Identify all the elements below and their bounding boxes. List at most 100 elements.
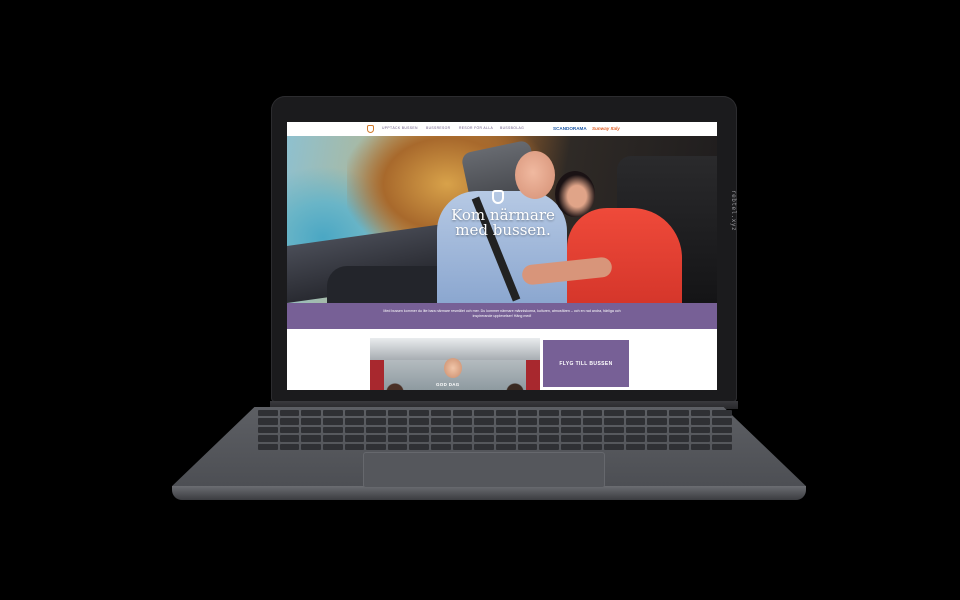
keyboard-key (344, 410, 365, 417)
nav-item-bussresor[interactable]: BUSSRESOR (426, 126, 450, 130)
keyboard-key (258, 443, 278, 450)
keyboard-key (452, 435, 473, 442)
keyboard-key (387, 410, 408, 417)
keyboard-key (690, 435, 711, 442)
keyboard-key (539, 426, 559, 434)
nav-item-bussbolag[interactable]: BUSSBOLAG (500, 126, 524, 130)
keyboard-key (409, 426, 430, 434)
keyboard-key (647, 426, 668, 434)
keyboard-key (258, 410, 278, 417)
keyboard-key (604, 418, 624, 425)
keyboard-key (647, 443, 668, 450)
browser-viewport: UPPTÄCK BUSSEN BUSSRESOR RESOR FÖR ALLA … (287, 122, 717, 390)
keyboard-key (560, 426, 581, 434)
keyboard-key (496, 418, 516, 425)
keyboard-key (712, 426, 732, 434)
intro-band: Med bussen kommer du lite bara närmare r… (287, 303, 717, 329)
keyboard-key (387, 443, 408, 450)
keyboard-key (301, 443, 321, 450)
nav-item-upptack[interactable]: UPPTÄCK BUSSEN (382, 126, 418, 130)
keyboard-key (539, 410, 559, 417)
keyboard-key (322, 418, 343, 425)
keyboard-key (690, 410, 711, 417)
keyboard-key (582, 443, 603, 450)
keyboard-key (279, 435, 300, 442)
keyboard-key (431, 443, 451, 450)
keyboard-key (669, 418, 689, 425)
nav-item-resor-for-alla[interactable]: RESOR FÖR ALLA (459, 126, 493, 130)
keyboard-key (322, 435, 343, 442)
keyboard-key (431, 410, 451, 417)
keyboard-key (387, 426, 408, 434)
keyboard-key (517, 410, 538, 417)
keyboard-key (344, 435, 365, 442)
keyboard-key (582, 418, 603, 425)
keyboard-key (647, 435, 668, 442)
keyboard-key (496, 410, 516, 417)
keyboard-key (387, 418, 408, 425)
keyboard-key (690, 426, 711, 434)
keyboard-key (560, 443, 581, 450)
keyboard-key (712, 435, 732, 442)
flyg-till-bussen-button[interactable]: FLYG TILL BUSSEN (543, 340, 629, 387)
laptop-keyboard (258, 410, 732, 450)
keyboard-key (301, 410, 321, 417)
keyboard-key (301, 435, 321, 442)
keyboard-key (366, 435, 386, 442)
bus-logo-icon[interactable] (367, 125, 374, 133)
brand-link-sunway[interactable]: Sunway Italy (592, 126, 620, 131)
hero-banner: Kom närmare med bussen. (287, 136, 717, 303)
keyboard-key (322, 410, 343, 417)
keyboard-key (690, 443, 711, 450)
keyboard-key (669, 443, 689, 450)
brand-link-scandorama[interactable]: SCANDORAMA (553, 126, 587, 131)
keyboard-key (539, 443, 559, 450)
keyboard-key (344, 426, 365, 434)
intro-text: Med bussen kommer du lite bara närmare r… (383, 309, 621, 318)
keyboard-key (517, 443, 538, 450)
laptop-side-label: rebtel.xyz (730, 190, 737, 232)
keyboard-key (539, 435, 559, 442)
keyboard-key (366, 426, 386, 434)
cta-label: FLYG TILL BUSSEN (559, 360, 613, 367)
keyboard-key (452, 410, 473, 417)
keyboard-key (712, 418, 732, 425)
keyboard-key (517, 426, 538, 434)
keyboard-key (712, 443, 732, 450)
video-tile-label: GOD DAG (436, 382, 460, 387)
keyboard-key (474, 443, 494, 450)
laptop-trackpad (363, 452, 605, 488)
keyboard-key (669, 410, 689, 417)
keyboard-key (669, 426, 689, 434)
keyboard-key (366, 418, 386, 425)
bus-ceiling (370, 338, 540, 360)
keyboard-key (409, 410, 430, 417)
keyboard-key (496, 443, 516, 450)
keyboard-key (279, 443, 300, 450)
bus-logo-icon (492, 190, 504, 204)
keyboard-key (409, 418, 430, 425)
keyboard-key (625, 410, 646, 417)
keyboard-key (625, 443, 646, 450)
keyboard-key (452, 443, 473, 450)
keyboard-key (582, 410, 603, 417)
keyboard-key (301, 418, 321, 425)
keyboard-key (474, 418, 494, 425)
keyboard-key (582, 435, 603, 442)
keyboard-key (322, 426, 343, 434)
keyboard-key (496, 426, 516, 434)
keyboard-key (560, 418, 581, 425)
keyboard-key (474, 435, 494, 442)
keyboard-key (387, 435, 408, 442)
keyboard-key (647, 418, 668, 425)
keyboard-key (452, 418, 473, 425)
keyboard-key (431, 426, 451, 434)
keyboard-key (582, 426, 603, 434)
keyboard-key (344, 418, 365, 425)
laptop-base-edge (172, 486, 806, 500)
keyboard-key (279, 410, 300, 417)
keyboard-key (474, 426, 494, 434)
video-tile[interactable]: GOD DAG (370, 338, 540, 390)
keyboard-key (604, 410, 624, 417)
keyboard-key (647, 410, 668, 417)
